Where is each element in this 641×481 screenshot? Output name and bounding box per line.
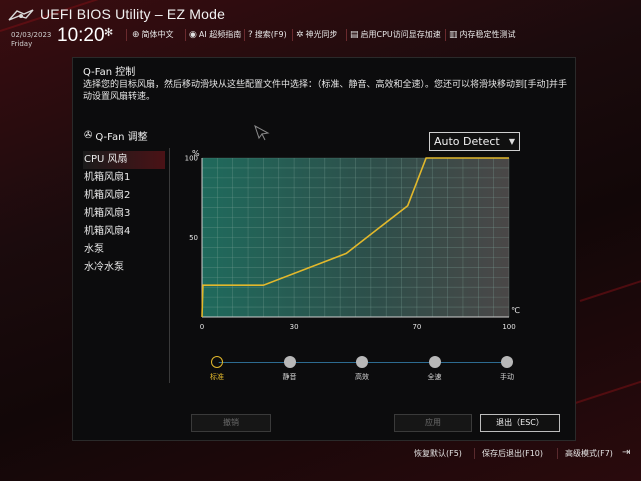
x-tick-label: 0 <box>200 323 204 331</box>
memtest-icon: ▥ <box>449 29 458 40</box>
preset-node[interactable] <box>211 356 223 368</box>
x-tick-label: 100 <box>502 323 515 331</box>
x-tick-label: 30 <box>290 323 299 331</box>
preset-node[interactable] <box>501 356 513 368</box>
search-label: 搜索(F9) <box>254 30 287 39</box>
footer-divider <box>557 448 558 459</box>
memory-icon: ▤ <box>350 29 359 40</box>
y-axis-label: % <box>192 149 200 158</box>
header-divider <box>244 29 245 41</box>
ai-overclock-icon: ◉ <box>189 29 197 40</box>
resizable-bar-menu[interactable]: ▤ 启用CPU访问显存加速 <box>350 29 441 40</box>
ai-overclock-menu[interactable]: ◉ AI 超频指南 <box>189 29 241 40</box>
memtest-label: 内存稳定性测试 <box>459 30 516 39</box>
preset-label: 全速 <box>427 373 442 381</box>
footer-bar: 恢复默认(F5) 保存后退出(F10) 高级模式(F7) ⇥ <box>0 444 641 481</box>
aura-menu[interactable]: ✲ 神光同步 <box>296 29 338 40</box>
language-label: 简体中文 <box>141 30 174 39</box>
preset-node[interactable] <box>356 356 368 368</box>
preset-node[interactable] <box>428 356 441 368</box>
fan-list: CPU 风扇 机箱风扇1 机箱风扇2 机箱风扇3 机箱风扇4 水泵 水冷水泵 <box>83 151 165 277</box>
save-exit-button[interactable]: 保存后退出(F10) <box>482 448 543 459</box>
qfan-section-header: ✇ Q-Fan 调整 <box>84 128 148 143</box>
preset-slider[interactable]: 标准 静音 高效 全速 手动 <box>193 350 519 386</box>
qfan-dialog: Q-Fan 控制 选择您的目标风扇，然后移动滑块从这些配置文件中选择：（标准、静… <box>72 57 576 441</box>
memtest-menu[interactable]: ▥ 内存稳定性测试 <box>449 29 516 40</box>
fan-list-item[interactable]: 机箱风扇1 <box>83 169 165 187</box>
resizable-bar-label: 启用CPU访问显存加速 <box>360 30 441 39</box>
app-title: UEFI BIOS Utility – EZ Mode <box>40 6 226 22</box>
preset-label: 高效 <box>355 373 369 381</box>
weekday-text: Friday <box>11 40 33 48</box>
gear-icon[interactable]: ✻ <box>104 26 113 39</box>
x-tick-label: 70 <box>412 323 421 331</box>
x-axis-label: ℃ <box>511 306 520 315</box>
aura-label: 神光同步 <box>305 30 338 39</box>
qfan-section-title: Q-Fan 调整 <box>95 132 148 143</box>
preset-label: 标准 <box>210 373 224 381</box>
dialog-description: 选择您的目标风扇，然后移动滑块从这些配置文件中选择：（标准、静音、高效和全速）。… <box>83 80 568 102</box>
mouse-cursor-icon <box>254 124 270 141</box>
advanced-mode-icon[interactable]: ⇥ <box>622 447 630 458</box>
globe-icon: ⊕ <box>132 29 140 40</box>
header-bar: UEFI BIOS Utility – EZ Mode 02/03/2023 F… <box>0 0 641 52</box>
search-menu[interactable]: ? 搜索(F9) <box>248 29 287 40</box>
search-icon: ? <box>248 29 253 40</box>
preset-node[interactable] <box>283 356 296 368</box>
fan-list-item[interactable]: 水泵 <box>83 241 165 259</box>
fan-list-item[interactable]: 机箱风扇3 <box>83 205 165 223</box>
header-divider <box>445 29 446 41</box>
date-display: 02/03/2023 Friday <box>11 31 51 49</box>
dialog-title: Q-Fan 控制 <box>83 67 136 78</box>
fan-icon: ✇ <box>84 130 93 141</box>
header-divider <box>126 29 127 41</box>
footer-divider <box>474 448 475 459</box>
panel-divider <box>169 148 170 383</box>
load-defaults-button[interactable]: 恢复默认(F5) <box>414 448 462 459</box>
fan-list-item[interactable]: 水冷水泵 <box>83 259 165 277</box>
advanced-mode-button[interactable]: 高级模式(F7) <box>565 448 613 459</box>
apply-button[interactable]: 应用 <box>394 414 472 432</box>
header-divider <box>292 29 293 41</box>
y-tick-label: 50 <box>189 234 198 242</box>
fan-curve-chart[interactable]: 0 30 70 10050100%℃ <box>183 144 528 334</box>
rog-logo-icon <box>8 9 34 21</box>
date-text: 02/03/2023 <box>11 31 52 39</box>
fan-list-item[interactable]: 机箱风扇2 <box>83 187 165 205</box>
preset-label: 手动 <box>500 373 514 381</box>
aura-icon: ✲ <box>296 29 304 40</box>
ai-overclock-label: AI 超频指南 <box>198 30 242 39</box>
fan-list-item[interactable]: CPU 风扇 <box>83 151 165 169</box>
header-divider <box>346 29 347 41</box>
time-display: 10:20 <box>57 25 105 46</box>
undo-button[interactable]: 撤销 <box>191 414 271 432</box>
header-divider <box>185 29 186 41</box>
fan-list-item[interactable]: 机箱风扇4 <box>83 223 165 241</box>
language-menu[interactable]: ⊕ 简体中文 <box>132 29 174 40</box>
bios-screen: UEFI BIOS Utility – EZ Mode 02/03/2023 F… <box>0 0 641 481</box>
preset-label: 静音 <box>282 373 297 381</box>
exit-button[interactable]: 退出（ESC） <box>480 414 560 432</box>
